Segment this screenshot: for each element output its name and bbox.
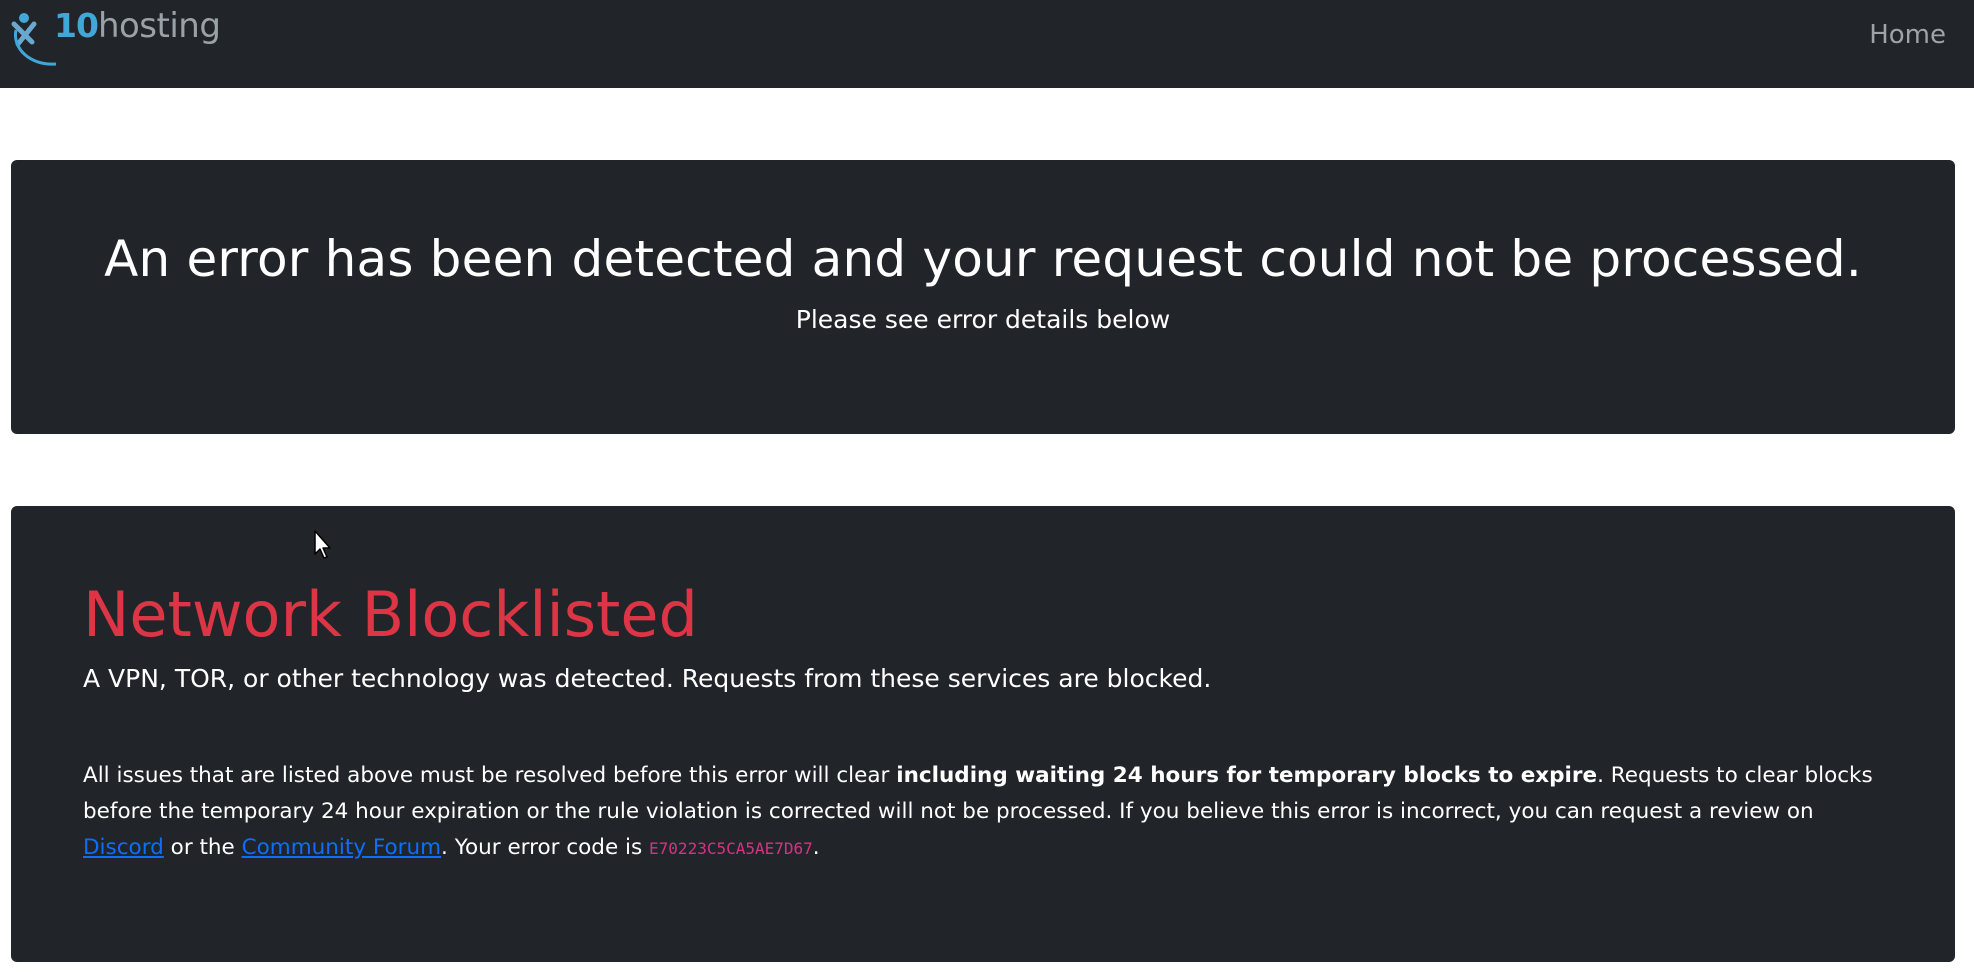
error-subtitle: Please see error details below	[795, 305, 1171, 334]
logo-word: hosting	[97, 6, 221, 46]
details-bold-text: including waiting 24 hours for temporary…	[896, 763, 1598, 788]
home-link[interactable]: Home	[1869, 20, 1946, 50]
details-text-3: or the	[163, 835, 242, 860]
details-text-4: . Your error code is	[441, 835, 650, 860]
community-forum-link[interactable]: Community Forum	[242, 835, 441, 860]
logo-number: 10	[54, 6, 99, 45]
logo-text: 10 hosting	[54, 6, 221, 46]
mouse-cursor-icon	[314, 530, 331, 559]
logo-mark-icon	[11, 13, 57, 66]
error-header-panel: An error has been detected and your requ…	[11, 160, 1955, 434]
details-text-5: .	[812, 835, 820, 860]
logo[interactable]: 10 hosting	[10, 6, 221, 70]
error-heading: Network Blocklisted	[83, 578, 698, 651]
error-details-text: All issues that are listed above must be…	[83, 758, 1883, 867]
details-text-1: All issues that are listed above must be…	[83, 763, 897, 788]
error-title: An error has been detected and your requ…	[104, 230, 1862, 288]
discord-link[interactable]: Discord	[83, 835, 164, 860]
error-lead: A VPN, TOR, or other technology was dete…	[83, 664, 1212, 693]
error-code: E70223C5CA5AE7D67	[649, 839, 813, 858]
error-detail-panel: Network Blocklisted A VPN, TOR, or other…	[11, 506, 1955, 962]
top-navbar: 10 hosting Home	[0, 0, 1974, 88]
